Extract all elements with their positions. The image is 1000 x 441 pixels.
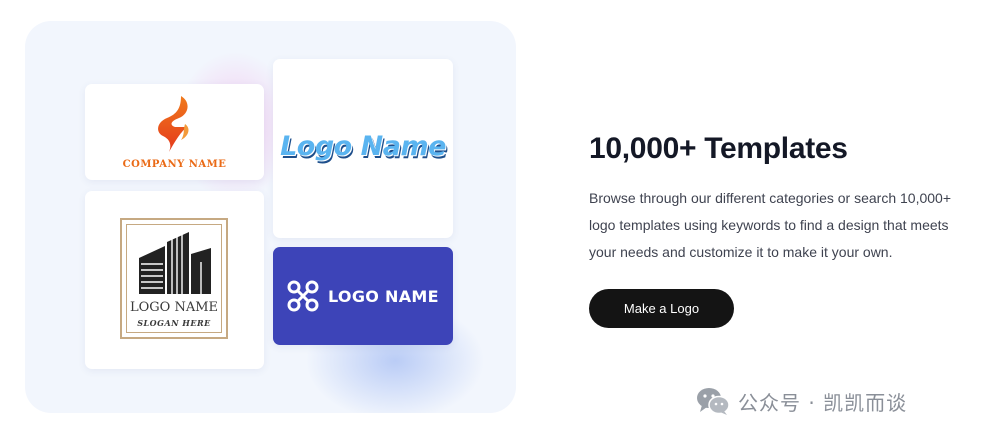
logo-showcase: COMPANY NAME Logo Name LOGO NAME SLOGAN … [25,21,516,413]
logo-template-card-building[interactable]: LOGO NAME SLOGAN HERE [85,191,264,369]
building-logo-slogan: SLOGAN HERE [137,318,211,328]
section-description: Browse through our different categories … [589,190,952,260]
drone-logo-text: LOGO NAME [328,287,439,306]
building-logo-title: LOGO NAME [129,300,219,315]
wechat-icon [697,388,730,415]
page: COMPANY NAME Logo Name LOGO NAME SLOGAN … [0,0,1000,441]
logo-template-card-script[interactable]: Logo Name [273,59,453,238]
logo-template-card-drone[interactable]: LOGO NAME [273,247,453,345]
watermark-text: 公众号 · 凯凯而谈 [738,390,908,415]
flame-icon [158,96,189,152]
building-icon [139,232,211,294]
script-logo-text: Logo Name [280,131,446,162]
make-a-logo-button[interactable]: Make a Logo [589,289,734,328]
company-name-text: COMPANY NAME [122,159,227,170]
drone-icon [287,280,319,312]
watermark: 公众号 · 凯凯而谈 [696,386,907,416]
section-title: 10,000+ Templates [589,132,848,165]
logo-template-card-company[interactable]: COMPANY NAME [85,84,264,180]
logo-frame: LOGO NAME SLOGAN HERE [120,218,228,339]
